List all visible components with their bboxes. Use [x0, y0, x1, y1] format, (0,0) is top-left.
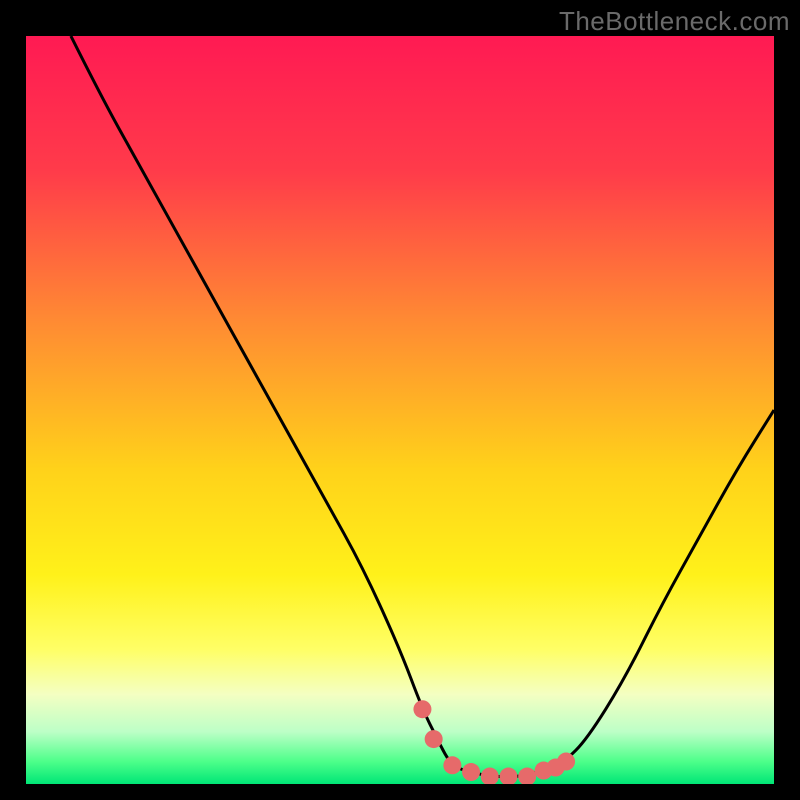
plot-area	[26, 36, 774, 784]
bottleneck-chart	[26, 36, 774, 784]
optimal-marker	[425, 730, 443, 748]
optimal-marker	[413, 700, 431, 718]
watermark-text: TheBottleneck.com	[559, 6, 790, 37]
optimal-marker	[462, 763, 480, 781]
gradient-background	[26, 36, 774, 784]
chart-frame: TheBottleneck.com	[0, 0, 800, 800]
optimal-marker	[557, 753, 575, 771]
optimal-marker	[443, 756, 461, 774]
